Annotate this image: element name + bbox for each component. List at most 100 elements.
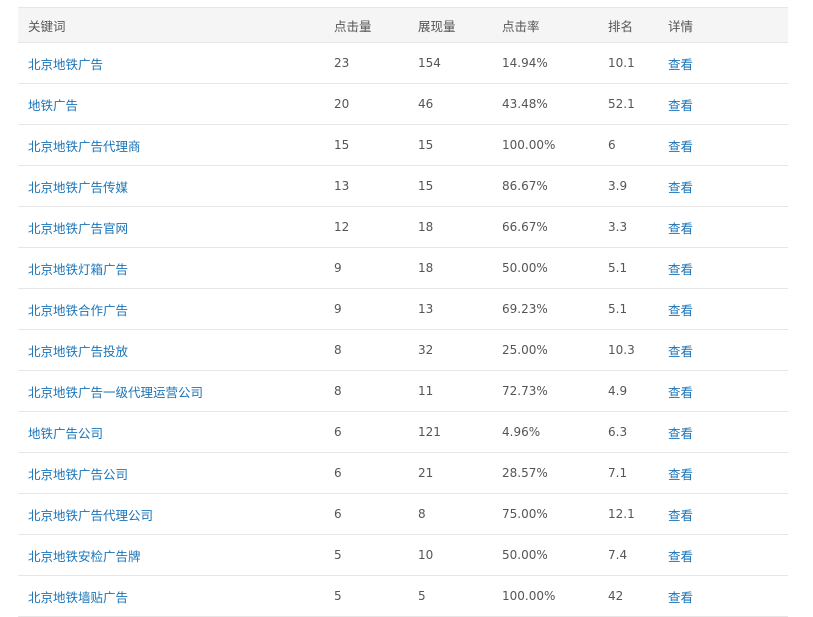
impressions-cell: 18 [408, 247, 492, 289]
detail-link[interactable]: 查看 [668, 98, 693, 113]
keyword-link[interactable]: 北京地铁广告传媒 [28, 180, 128, 195]
keyword-link[interactable]: 北京地铁灯箱广告 [28, 262, 128, 277]
keyword-link[interactable]: 北京地铁广告 [28, 57, 103, 72]
impressions-cell: 11 [408, 370, 492, 412]
keyword-cell: 北京地铁广告官网 [18, 206, 324, 248]
impressions-cell: 46 [408, 83, 492, 125]
table-row: 北京地铁广告代理商 15 15 100.00% 6 查看 [18, 124, 788, 166]
impressions-cell: 121 [408, 411, 492, 453]
clicks-cell: 9 [324, 288, 408, 330]
rank-cell: 6 [598, 124, 665, 166]
clicks-cell: 12 [324, 206, 408, 248]
detail-cell: 查看 [665, 124, 788, 166]
table-row: 北京地铁广告投放 8 32 25.00% 10.3 查看 [18, 329, 788, 371]
rank-cell: 12.1 [598, 493, 665, 535]
keyword-link[interactable]: 北京地铁安检广告牌 [28, 549, 141, 564]
keyword-cell: 北京地铁广告传媒 [18, 165, 324, 207]
detail-cell: 查看 [665, 329, 788, 371]
detail-cell: 查看 [665, 247, 788, 289]
clicks-cell: 15 [324, 124, 408, 166]
rank-cell: 5.1 [598, 288, 665, 330]
table-row: 北京地铁广告 23 154 14.94% 10.1 查看 [18, 42, 788, 84]
ctr-cell: 100.00% [492, 124, 598, 166]
rank-cell: 3.3 [598, 206, 665, 248]
ctr-cell: 14.94% [492, 42, 598, 84]
keyword-link[interactable]: 北京地铁广告投放 [28, 344, 128, 359]
keyword-stats-table: 关键词 点击量 展现量 点击率 排名 详情 北京地铁广告 23 154 14.94% 1… [18, 7, 788, 617]
table-header: 关键词 点击量 展现量 点击率 排名 详情 [18, 7, 788, 43]
table-row: 北京地铁合作广告 9 13 69.23% 5.1 查看 [18, 288, 788, 330]
detail-link[interactable]: 查看 [668, 303, 693, 318]
rank-cell: 6.3 [598, 411, 665, 453]
ctr-cell: 69.23% [492, 288, 598, 330]
rank-cell: 4.9 [598, 370, 665, 412]
keyword-cell: 北京地铁广告代理商 [18, 124, 324, 166]
keyword-cell: 北京地铁灯箱广告 [18, 247, 324, 289]
clicks-cell: 9 [324, 247, 408, 289]
keyword-link[interactable]: 北京地铁广告一级代理运营公司 [28, 385, 203, 400]
keyword-link[interactable]: 北京地铁墙贴广告 [28, 590, 128, 605]
impressions-cell: 5 [408, 575, 492, 617]
header-ctr: 点击率 [492, 7, 598, 43]
clicks-cell: 6 [324, 411, 408, 453]
table-row: 北京地铁广告一级代理运营公司 8 11 72.73% 4.9 查看 [18, 370, 788, 412]
impressions-cell: 10 [408, 534, 492, 576]
impressions-cell: 15 [408, 124, 492, 166]
keyword-link[interactable]: 地铁广告公司 [28, 426, 103, 441]
keyword-link[interactable]: 北京地铁广告代理公司 [28, 508, 153, 523]
ctr-cell: 28.57% [492, 452, 598, 494]
keyword-link[interactable]: 地铁广告 [28, 98, 78, 113]
table-row: 北京地铁广告官网 12 18 66.67% 3.3 查看 [18, 206, 788, 248]
rank-cell: 5.1 [598, 247, 665, 289]
detail-link[interactable]: 查看 [668, 139, 693, 154]
detail-link[interactable]: 查看 [668, 426, 693, 441]
detail-link[interactable]: 查看 [668, 221, 693, 236]
rank-cell: 10.3 [598, 329, 665, 371]
detail-link[interactable]: 查看 [668, 467, 693, 482]
header-impressions: 展现量 [408, 7, 492, 43]
detail-cell: 查看 [665, 575, 788, 617]
keyword-cell: 北京地铁墙贴广告 [18, 575, 324, 617]
header-rank: 排名 [598, 7, 665, 43]
detail-cell: 查看 [665, 206, 788, 248]
keyword-table-container: 关键词 点击量 展现量 点击率 排名 详情 北京地铁广告 23 154 14.94% 1… [18, 7, 788, 617]
detail-link[interactable]: 查看 [668, 57, 693, 72]
ctr-cell: 50.00% [492, 534, 598, 576]
impressions-cell: 13 [408, 288, 492, 330]
keyword-cell: 北京地铁合作广告 [18, 288, 324, 330]
table-row: 北京地铁广告公司 6 21 28.57% 7.1 查看 [18, 452, 788, 494]
ctr-cell: 100.00% [492, 575, 598, 617]
table-row: 北京地铁广告传媒 13 15 86.67% 3.9 查看 [18, 165, 788, 207]
detail-link[interactable]: 查看 [668, 180, 693, 195]
detail-cell: 查看 [665, 288, 788, 330]
detail-link[interactable]: 查看 [668, 590, 693, 605]
table-row: 北京地铁墙贴广告 5 5 100.00% 42 查看 [18, 575, 788, 617]
impressions-cell: 8 [408, 493, 492, 535]
keyword-link[interactable]: 北京地铁广告代理商 [28, 139, 141, 154]
detail-link[interactable]: 查看 [668, 262, 693, 277]
keyword-cell: 地铁广告公司 [18, 411, 324, 453]
detail-link[interactable]: 查看 [668, 508, 693, 523]
table-row: 北京地铁安检广告牌 5 10 50.00% 7.4 查看 [18, 534, 788, 576]
detail-link[interactable]: 查看 [668, 549, 693, 564]
keyword-link[interactable]: 北京地铁合作广告 [28, 303, 128, 318]
clicks-cell: 23 [324, 42, 408, 84]
detail-link[interactable]: 查看 [668, 385, 693, 400]
impressions-cell: 32 [408, 329, 492, 371]
ctr-cell: 86.67% [492, 165, 598, 207]
detail-link[interactable]: 查看 [668, 344, 693, 359]
clicks-cell: 5 [324, 534, 408, 576]
rank-cell: 52.1 [598, 83, 665, 125]
impressions-cell: 18 [408, 206, 492, 248]
header-row: 关键词 点击量 展现量 点击率 排名 详情 [18, 7, 788, 43]
clicks-cell: 8 [324, 329, 408, 371]
keyword-link[interactable]: 北京地铁广告官网 [28, 221, 128, 236]
keyword-link[interactable]: 北京地铁广告公司 [28, 467, 128, 482]
ctr-cell: 43.48% [492, 83, 598, 125]
table-row: 地铁广告 20 46 43.48% 52.1 查看 [18, 83, 788, 125]
keyword-cell: 北京地铁广告公司 [18, 452, 324, 494]
ctr-cell: 72.73% [492, 370, 598, 412]
detail-cell: 查看 [665, 42, 788, 84]
impressions-cell: 21 [408, 452, 492, 494]
rank-cell: 42 [598, 575, 665, 617]
